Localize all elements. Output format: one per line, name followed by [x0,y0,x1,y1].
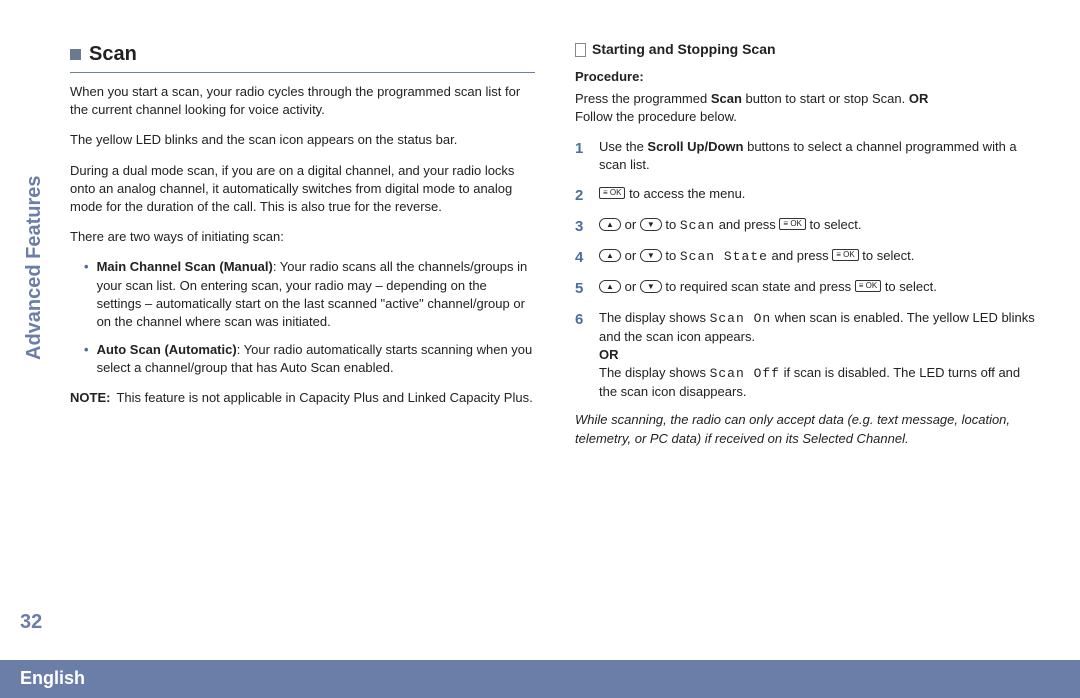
text: to select. [806,217,862,232]
step-item: 3 ▲ or ▼ to Scan and press ≡ OK to selec… [575,216,1040,237]
up-key-icon: ▲ [599,218,621,231]
step-number: 3 [575,216,589,237]
text: to select. [881,279,937,294]
text: The display shows [599,310,710,325]
step-item: 1 Use the Scroll Up/Down buttons to sele… [575,138,1040,174]
text: and press [715,217,779,232]
mono-text: Scan State [680,249,768,264]
step-number: 2 [575,185,589,206]
step-text: ▲ or ▼ to Scan and press ≡ OK to select. [599,216,862,237]
page-columns: Scan When you start a scan, your radio c… [70,40,1040,460]
text: Follow the procedure below. [575,109,737,124]
text: to [662,248,680,263]
text: or [621,279,640,294]
list-item-bold: Main Channel Scan (Manual) [97,259,273,274]
page-number: 32 [20,608,42,636]
up-key-icon: ▲ [599,280,621,293]
text: The display shows [599,365,710,380]
text: to [662,217,680,232]
note-text: This feature is not applicable in Capaci… [116,389,532,407]
text: or [621,248,640,263]
text: to select. [859,248,915,263]
section-title-row: Scan [70,40,535,73]
up-key-icon: ▲ [599,249,621,262]
list-item: • Main Channel Scan (Manual): Your radio… [84,258,535,331]
step-number: 6 [575,309,589,402]
step-number: 4 [575,247,589,268]
bullet-icon: • [84,341,89,377]
step-list: 1 Use the Scroll Up/Down buttons to sele… [575,138,1040,401]
text-bold: OR [909,91,929,106]
bullet-icon: • [84,258,89,331]
step-text: The display shows Scan On when scan is e… [599,309,1040,402]
procedure-intro: Press the programmed Scan button to star… [575,90,1040,126]
step-item: 6 The display shows Scan On when scan is… [575,309,1040,402]
list-item-bold: Auto Scan (Automatic) [97,342,237,357]
bullet-list: • Main Channel Scan (Manual): Your radio… [84,258,535,377]
language-label: English [20,666,85,691]
text: button to start or stop Scan. [742,91,909,106]
step-item: 4 ▲ or ▼ to Scan State and press ≡ OK to… [575,247,1040,268]
step-text: Use the Scroll Up/Down buttons to select… [599,138,1040,174]
square-bullet-icon [70,49,81,60]
mono-text: Scan On [710,311,772,326]
step-text: ≡ OK to access the menu. [599,185,745,206]
text: Press the programmed [575,91,711,106]
procedure-label: Procedure: [575,68,1040,86]
document-icon [575,43,586,57]
text-bold: Scroll Up/Down [647,139,743,154]
paragraph: There are two ways of initiating scan: [70,228,535,246]
section-label-vertical: Advanced Features [20,175,48,360]
down-key-icon: ▼ [640,218,662,231]
list-item-text: Auto Scan (Automatic): Your radio automa… [97,341,535,377]
step-item: 5 ▲ or ▼ to required scan state and pres… [575,278,1040,299]
paragraph: During a dual mode scan, if you are on a… [70,162,535,217]
note-label: NOTE: [70,389,110,407]
subheading: Starting and Stopping Scan [592,40,776,60]
section-title: Scan [89,40,137,68]
text-bold: OR [599,347,619,362]
paragraph: The yellow LED blinks and the scan icon … [70,131,535,149]
paragraph: When you start a scan, your radio cycles… [70,83,535,119]
ok-key-icon: ≡ OK [599,187,625,199]
ok-key-icon: ≡ OK [855,280,881,292]
mono-text: Scan [680,218,715,233]
list-item: • Auto Scan (Automatic): Your radio auto… [84,341,535,377]
text: to required scan state and press [662,279,855,294]
step-item: 2 ≡ OK to access the menu. [575,185,1040,206]
ok-key-icon: ≡ OK [779,218,805,230]
mono-text: Scan Off [710,366,780,381]
text: and press [768,248,832,263]
language-bar: English [0,660,1080,698]
step-text: ▲ or ▼ to Scan State and press ≡ OK to s… [599,247,914,268]
ok-key-icon: ≡ OK [832,249,858,261]
text: to access the menu. [625,186,745,201]
down-key-icon: ▼ [640,280,662,293]
subhead-row: Starting and Stopping Scan [575,40,1040,60]
step-number: 1 [575,138,589,174]
step-text: ▲ or ▼ to required scan state and press … [599,278,937,299]
left-column: Scan When you start a scan, your radio c… [70,40,535,460]
text-bold: Scan [711,91,742,106]
note-row: NOTE: This feature is not applicable in … [70,389,535,407]
list-item-text: Main Channel Scan (Manual): Your radio s… [97,258,535,331]
right-column: Starting and Stopping Scan Procedure: Pr… [575,40,1040,460]
text: Use the [599,139,647,154]
step-number: 5 [575,278,589,299]
text: or [621,217,640,232]
down-key-icon: ▼ [640,249,662,262]
footnote-italic: While scanning, the radio can only accep… [575,411,1040,447]
